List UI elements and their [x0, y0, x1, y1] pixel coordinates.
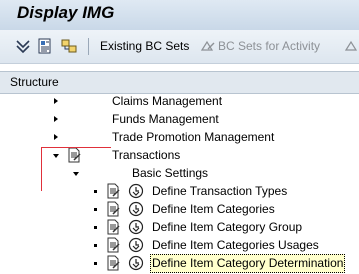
tree-node-funds-management[interactable]: Funds Management — [0, 111, 359, 128]
activity-label: Define Item Categories Usages — [152, 238, 319, 252]
execute-activity-icon[interactable] — [128, 237, 144, 253]
application-toolbar: Existing BC Sets BC Sets for Activity — [0, 30, 359, 64]
activity-label: Define Item Categories — [152, 202, 275, 216]
tree-node-label: Trade Promotion Management — [112, 130, 275, 144]
annotation-line-vertical — [41, 147, 42, 191]
where-used-icon[interactable] — [60, 37, 78, 55]
documentation-icon[interactable] — [105, 219, 121, 235]
bc-sets-activity-icon — [200, 40, 215, 51]
annotation-line-horizontal — [41, 147, 111, 148]
toolbar-separator — [88, 38, 89, 55]
bc-sets-overflow-icon — [344, 40, 358, 51]
documentation-icon[interactable] — [66, 147, 82, 163]
title-bar: Display IMG — [0, 0, 359, 30]
activity-define-item-category-group[interactable]: Define Item Category Group — [0, 219, 359, 236]
structure-column-header: Structure — [0, 71, 359, 94]
bullet-icon — [94, 208, 97, 211]
bullet-icon — [94, 244, 97, 247]
tree-node-transactions[interactable]: Transactions — [0, 147, 359, 164]
tree-node-trade-promotion-management[interactable]: Trade Promotion Management — [0, 129, 359, 146]
bullet-icon — [94, 262, 97, 265]
documentation-icon[interactable] — [36, 37, 54, 55]
tree-node-label: Claims Management — [112, 94, 223, 108]
filter-expand-icon[interactable] — [14, 37, 32, 55]
execute-activity-icon[interactable] — [128, 183, 144, 199]
activity-define-item-categories[interactable]: Define Item Categories — [0, 201, 359, 218]
bc-sets-for-activity-button[interactable]: BC Sets for Activity — [218, 39, 320, 53]
documentation-icon[interactable] — [105, 255, 121, 271]
collapse-arrow-icon[interactable] — [53, 154, 59, 158]
activity-label-selected[interactable]: Define Item Category Determination — [150, 254, 346, 273]
expand-arrow-icon[interactable] — [54, 134, 58, 140]
execute-activity-icon[interactable] — [128, 219, 144, 235]
activity-label: Define Transaction Types — [152, 184, 288, 198]
execute-activity-icon[interactable] — [128, 201, 144, 217]
activity-define-item-categories-usages[interactable]: Define Item Categories Usages — [0, 237, 359, 254]
documentation-icon[interactable] — [105, 237, 121, 253]
execute-activity-icon[interactable] — [128, 255, 144, 271]
activity-define-item-category-determination[interactable]: Define Item Category Determination — [0, 254, 359, 273]
documentation-icon[interactable] — [105, 201, 121, 217]
activity-label: Define Item Category Group — [152, 220, 303, 234]
tree-node-basic-settings[interactable]: Basic Settings — [0, 165, 359, 182]
collapse-arrow-icon[interactable] — [73, 172, 79, 176]
page-title: Display IMG — [17, 3, 115, 22]
expand-arrow-icon[interactable] — [54, 98, 58, 104]
documentation-icon[interactable] — [105, 183, 121, 199]
tree-node-label: Transactions — [112, 148, 181, 162]
img-structure-tree: Claims Management Funds Management Trade… — [0, 93, 359, 274]
existing-bc-sets-button[interactable]: Existing BC Sets — [100, 39, 189, 53]
structure-header-label: Structure — [10, 75, 59, 89]
activity-define-transaction-types[interactable]: Define Transaction Types — [0, 183, 359, 200]
expand-arrow-icon[interactable] — [54, 116, 58, 122]
tree-node-label: Basic Settings — [132, 166, 209, 180]
tree-node-claims-management[interactable]: Claims Management — [0, 93, 359, 110]
bullet-icon — [94, 226, 97, 229]
tree-node-label: Funds Management — [112, 112, 219, 126]
bullet-icon — [94, 190, 97, 193]
